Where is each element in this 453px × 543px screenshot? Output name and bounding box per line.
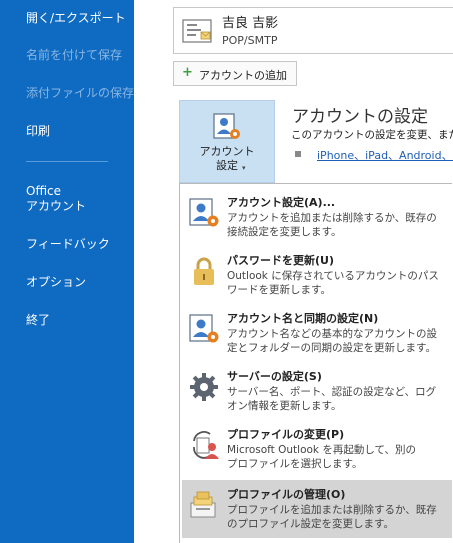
menu-item-server-settings[interactable]: サーバーの設定(S) サーバー名、ポート、認証の設定など、ログ オン情報を更新し…	[182, 362, 452, 420]
profile-manage-icon	[188, 489, 220, 521]
gear-icon	[188, 371, 220, 403]
account-sync-icon	[188, 313, 220, 345]
nav-separator	[26, 161, 108, 162]
menu-item-description: アカウント名などの基本的なアカウントの設 定とフォルダーの同期の設定を更新します…	[227, 328, 437, 354]
backstage-sidebar: 開く/エクスポート 名前を付けて保存 添付ファイルの保存 印刷 Office ア…	[0, 0, 134, 543]
menu-item-title: パスワードを更新(U)	[227, 254, 334, 267]
chevron-down-icon: ▾	[242, 164, 246, 172]
plus-icon: +	[182, 65, 193, 80]
menu-item-description: Outlook に保存されているアカウントのパス ワードを更新します。	[227, 270, 439, 296]
account-settings-label: アカウント 設定	[199, 145, 255, 172]
menu-item-title: プロファイルの変更(P)	[227, 428, 345, 441]
menu-item-manage-profiles[interactable]: プロファイルの管理(O) プロファイルを追加または削除するか、既存 のプロファイ…	[182, 480, 452, 538]
profile-change-icon	[188, 429, 220, 461]
nav-print[interactable]: 印刷	[26, 124, 50, 139]
menu-item-title: アカウント設定(A)...	[227, 196, 336, 209]
account-settings-menu: アカウント設定(A)... アカウントを追加または削除するか、既存の 接続設定を…	[179, 183, 452, 543]
account-settings-button[interactable]: アカウント 設定 ▾	[179, 100, 275, 183]
account-card-icon	[182, 19, 212, 47]
add-account-label: アカウントの追加	[199, 69, 287, 82]
menu-item-description: Microsoft Outlook を再起動して、別の プロファイルを選択します…	[227, 444, 417, 470]
menu-item-account-settings[interactable]: アカウント設定(A)... アカウントを追加または削除するか、既存の 接続設定を…	[182, 188, 452, 246]
menu-item-title: アカウント名と同期の設定(N)	[227, 312, 379, 325]
menu-item-account-name-sync[interactable]: アカウント名と同期の設定(N) アカウント名などの基本的なアカウントの設 定とフ…	[182, 304, 452, 362]
menu-item-title: プロファイルの管理(O)	[227, 488, 346, 501]
bullet-icon	[295, 151, 301, 157]
account-selector[interactable]: 吉良 吉影 POP/SMTP	[173, 7, 453, 54]
section-title: アカウントの設定	[292, 107, 428, 127]
section-description: このアカウントの設定を変更、または	[291, 129, 453, 141]
nav-exit[interactable]: 終了	[26, 313, 50, 328]
nav-feedback[interactable]: フィードバック	[26, 237, 110, 252]
nav-office-account[interactable]: Office アカウント	[26, 184, 86, 214]
nav-open-export[interactable]: 開く/エクスポート	[26, 11, 126, 26]
nav-options[interactable]: オプション	[26, 275, 86, 290]
account-name: 吉良 吉影	[222, 16, 279, 31]
account-settings-icon	[212, 112, 242, 146]
menu-item-change-profile[interactable]: プロファイルの変更(P) Microsoft Outlook を再起動して、別の…	[182, 420, 452, 478]
menu-item-description: サーバー名、ポート、認証の設定など、ログ オン情報を更新します。	[227, 386, 437, 412]
add-account-button[interactable]: + アカウントの追加	[173, 61, 297, 86]
menu-item-description: プロファイルを追加または削除するか、既存 のプロファイル設定を変更します。	[227, 504, 437, 530]
lock-icon	[188, 255, 220, 287]
menu-item-description: アカウントを追加または削除するか、既存の 接続設定を変更します。	[227, 212, 437, 238]
account-settings-icon	[188, 197, 220, 229]
menu-item-title: サーバーの設定(S)	[227, 370, 322, 383]
mobile-devices-link[interactable]: iPhone、iPad、Android、W	[317, 147, 453, 163]
nav-save-as[interactable]: 名前を付けて保存	[26, 48, 122, 63]
menu-item-update-password[interactable]: パスワードを更新(U) Outlook に保存されているアカウントのパス ワード…	[182, 246, 452, 304]
account-type: POP/SMTP	[222, 34, 278, 47]
nav-save-attachments[interactable]: 添付ファイルの保存	[26, 86, 134, 101]
